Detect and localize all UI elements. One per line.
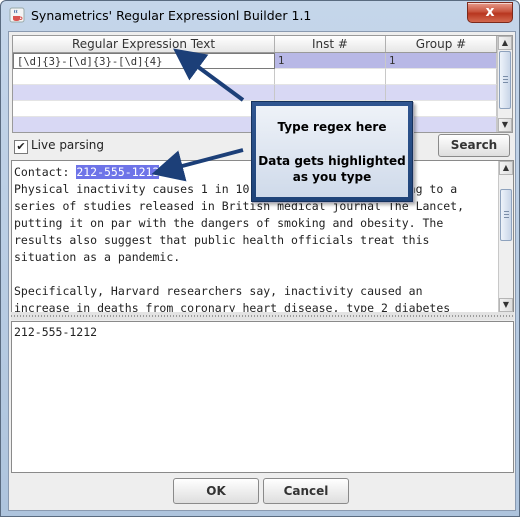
inst-cell[interactable] [275, 85, 386, 101]
regex-cell[interactable] [13, 85, 275, 101]
table-row[interactable] [13, 69, 497, 85]
text-scrollbar[interactable]: ▲ ▼ [498, 161, 513, 312]
close-icon: x [485, 4, 495, 20]
regex-cell[interactable] [13, 101, 275, 117]
scroll-thumb[interactable] [499, 51, 511, 109]
ok-button[interactable]: OK [173, 478, 259, 504]
match-highlight: 212-555-1212 [76, 165, 160, 179]
split-pane-divider[interactable] [11, 312, 514, 320]
group-cell[interactable] [386, 69, 497, 85]
close-button[interactable]: x [467, 2, 513, 23]
column-header-group[interactable]: Group # [386, 36, 497, 52]
inst-cell[interactable] [275, 69, 386, 85]
table-header: Regular Expression Text Inst # Group # [13, 36, 497, 53]
scroll-up-icon[interactable]: ▲ [499, 161, 513, 175]
live-parsing-label: Live parsing [31, 138, 105, 152]
search-button[interactable]: Search [438, 134, 510, 157]
cancel-button[interactable]: Cancel [263, 478, 349, 504]
table-row[interactable] [13, 85, 497, 101]
table-scrollbar[interactable]: ▲ ▼ [497, 36, 512, 132]
inst-cell[interactable]: 1 [275, 53, 386, 69]
app-window: Synametrics' Regular Expressionl Builder… [0, 0, 520, 517]
callout-text-regex: Type regex here [277, 120, 387, 134]
scroll-down-icon[interactable]: ▼ [499, 298, 513, 312]
annotation-callout: Type regex here Data gets highlighted as… [251, 101, 413, 202]
regex-cell[interactable] [13, 117, 275, 132]
scroll-thumb[interactable] [500, 189, 512, 241]
column-header-inst[interactable]: Inst # [275, 36, 386, 52]
text-line: Physical inactivity causes 1 in 10 [14, 182, 250, 196]
regex-cell-input[interactable]: [\d]{3}-[\d]{3}-[\d]{4} [13, 53, 275, 69]
text-line: results also suggest that public health … [14, 233, 430, 247]
table-row[interactable]: [\d]{3}-[\d]{3}-[\d]{4} 1 1 [13, 53, 497, 69]
window-title: Synametrics' Regular Expressionl Builder… [31, 8, 312, 23]
scroll-down-icon[interactable]: ▼ [498, 118, 512, 132]
title-bar[interactable]: Synametrics' Regular Expressionl Builder… [1, 1, 519, 29]
regex-cell[interactable] [13, 69, 275, 85]
column-header-regex[interactable]: Regular Expression Text [13, 36, 275, 52]
callout-text-highlight: Data gets highlighted as you type [258, 154, 406, 184]
group-cell[interactable] [386, 85, 497, 101]
result-text: 212-555-1212 [14, 325, 98, 339]
live-parsing-checkbox[interactable]: ✔ [14, 140, 28, 154]
text-line: putting it on par with the dangers of sm… [14, 216, 444, 230]
result-area[interactable]: 212-555-1212 [11, 321, 514, 473]
text-line: situation as a pandemic. [14, 250, 181, 264]
contact-label: Contact: [14, 165, 77, 179]
text-line: Specifically, Harvard researchers say, i… [14, 284, 423, 298]
group-cell[interactable]: 1 [386, 53, 497, 69]
java-cup-icon [9, 7, 25, 23]
scroll-up-icon[interactable]: ▲ [498, 36, 512, 50]
